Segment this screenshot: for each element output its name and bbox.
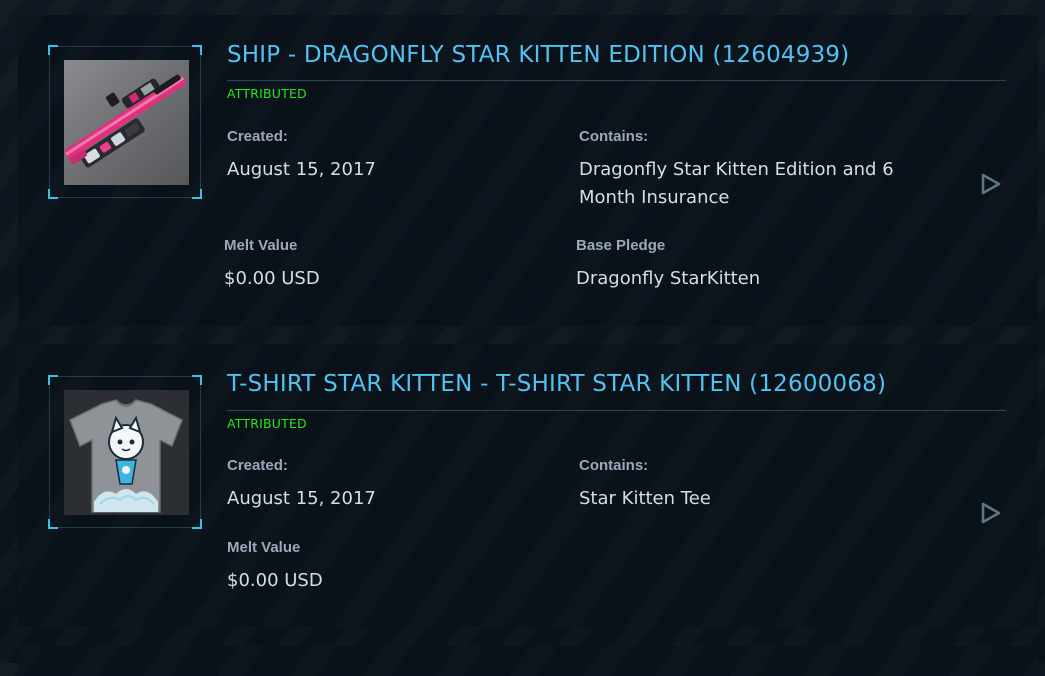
star-kitten-tshirt-image [64, 390, 189, 515]
contains-label: Contains: [579, 457, 649, 474]
play-triangle-icon[interactable] [980, 501, 1002, 525]
pledge-card-partial [18, 646, 1038, 676]
base-pledge-value: Dragonfly StarKitten [576, 268, 761, 289]
contains-value: Star Kitten Tee [579, 488, 711, 509]
frame-corner [48, 375, 58, 385]
pledge-thumbnail-frame[interactable] [48, 375, 202, 529]
created-label: Created: [227, 128, 288, 145]
title-divider [227, 80, 1006, 81]
melt-value-label: Melt Value [227, 539, 301, 556]
dragonfly-ship-image [64, 60, 189, 185]
frame-corner [48, 189, 58, 199]
base-pledge-label: Base Pledge [576, 237, 666, 254]
created-value: August 15, 2017 [227, 159, 376, 180]
melt-value: $0.00 USD [224, 268, 320, 289]
play-triangle-icon[interactable] [980, 172, 1002, 196]
contains-value: Dragonfly Star Kitten Edition and 6 Mont… [579, 159, 894, 208]
frame-corner [192, 375, 202, 385]
melt-value-label: Melt Value [224, 237, 298, 254]
created-value: August 15, 2017 [227, 488, 376, 509]
pledge-title[interactable]: SHIP - DRAGONFLY STAR KITTEN EDITION (12… [227, 42, 1007, 68]
pledge-card[interactable]: SHIP - DRAGONFLY STAR KITTEN EDITION (12… [18, 15, 1038, 326]
created-label: Created: [227, 457, 288, 474]
contains-label: Contains: [579, 128, 649, 145]
status-badge: ATTRIBUTED [227, 416, 307, 431]
frame-corner [192, 189, 202, 199]
frame-corner [48, 45, 58, 55]
frame-corner [192, 45, 202, 55]
pledge-title[interactable]: T-SHIRT STAR KITTEN - T-SHIRT STAR KITTE… [227, 371, 1007, 397]
melt-value: $0.00 USD [227, 570, 323, 591]
title-divider [227, 410, 1006, 411]
pledge-card[interactable]: T-SHIRT STAR KITTEN - T-SHIRT STAR KITTE… [18, 344, 1038, 627]
pledge-thumbnail-frame[interactable] [48, 45, 202, 199]
frame-corner [48, 519, 58, 529]
status-badge: ATTRIBUTED [227, 86, 307, 101]
frame-corner [192, 519, 202, 529]
